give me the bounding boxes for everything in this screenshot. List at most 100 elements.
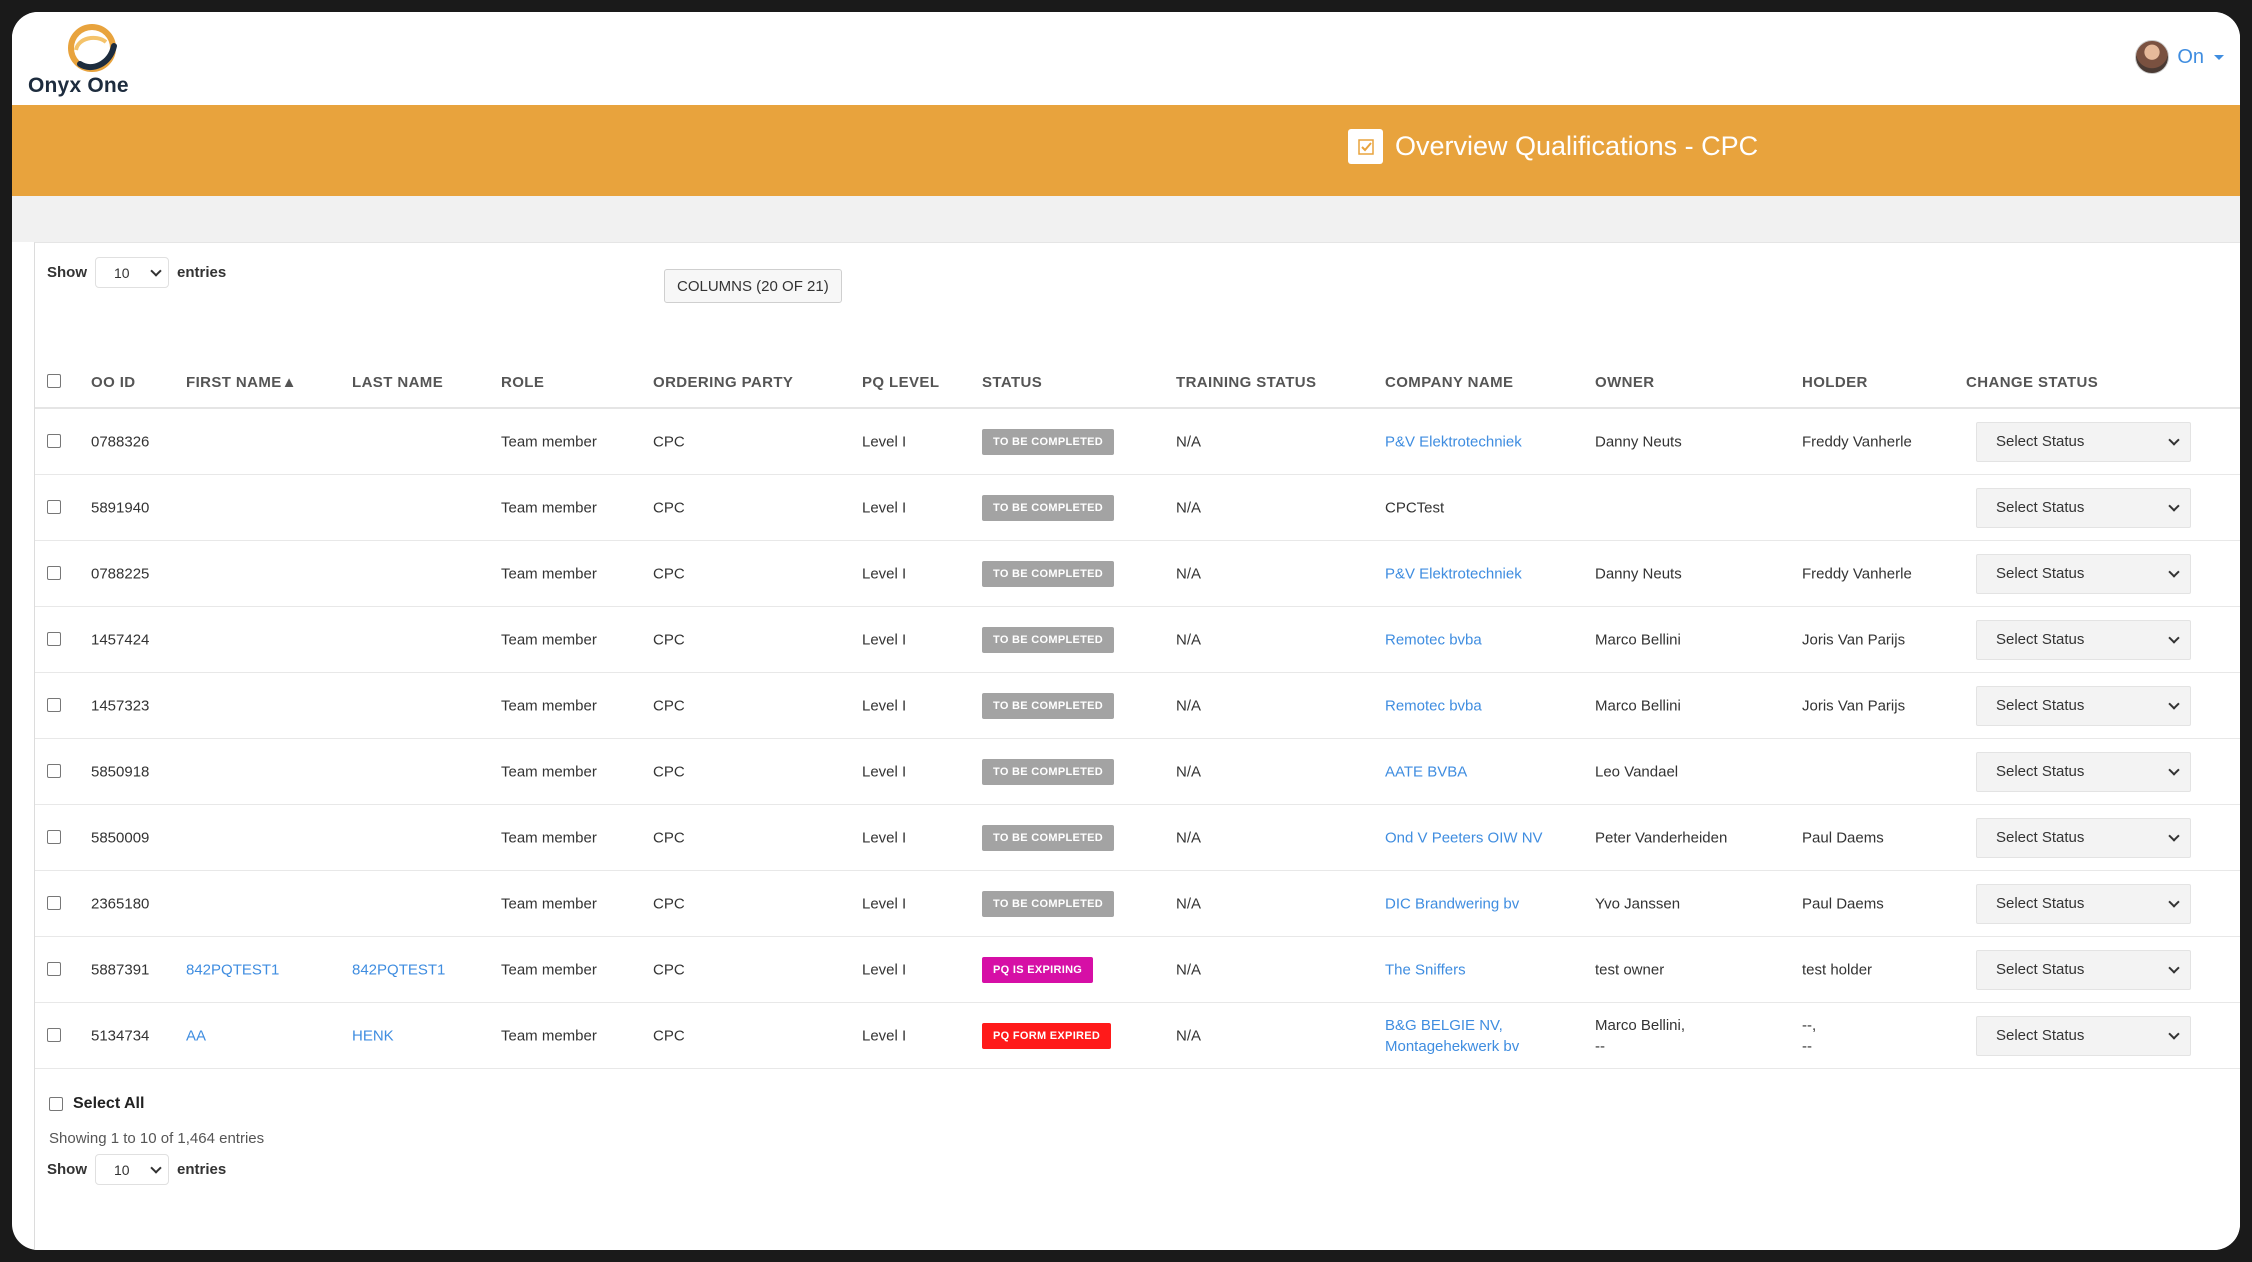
ordering-party-cell: CPC (653, 499, 685, 516)
column-header-change-status[interactable]: CHANGE STATUS (1966, 374, 2098, 391)
select-all-checkbox[interactable] (49, 1097, 63, 1111)
change-status-value: Select Status (1996, 829, 2085, 846)
page-length-select-bottom[interactable]: 10 (95, 1154, 169, 1185)
change-status-select[interactable]: Select Status (1976, 421, 2191, 462)
company-name-cell-text-line2[interactable]: Montagehekwerk bv (1385, 1036, 1519, 1057)
holder-cell-text: Paul Daems (1802, 829, 1884, 846)
company-name-cell[interactable]: AATE BVBA (1385, 763, 1467, 780)
ordering-party-cell: CPC (653, 961, 685, 978)
page-title-text: Overview Qualifications - CPC (1395, 131, 1759, 161)
ordering-party-cell-text: CPC (653, 499, 685, 516)
row-checkbox[interactable] (47, 566, 61, 580)
training-status-cell: N/A (1176, 565, 1201, 582)
caret-down-icon[interactable] (2214, 54, 2224, 60)
company-name-cell-text[interactable]: The Sniffers (1385, 961, 1466, 978)
column-header-training-status[interactable]: TRAINING STATUS (1176, 374, 1316, 391)
company-name-cell[interactable]: P&V Elektrotechniek (1385, 565, 1522, 582)
ordering-party-cell: CPC (653, 631, 685, 648)
pq-level-cell: Level I (862, 895, 906, 912)
training-status-cell-text: N/A (1176, 763, 1202, 780)
row-checkbox[interactable] (47, 1028, 61, 1042)
company-name-cell-text[interactable]: P&V Elektrotechniek (1385, 565, 1522, 582)
change-status-select[interactable]: Select Status (1976, 751, 2191, 792)
columns-button[interactable]: COLUMNS (20 OF 21) (664, 269, 842, 303)
column-header-company-name[interactable]: COMPANY NAME (1385, 374, 1513, 391)
company-name-cell-text[interactable]: Remotec bvba (1385, 697, 1482, 714)
table-row: 5850918 Team member CPC Level I TO BE COMPLE… (35, 739, 2240, 805)
first-name-cell[interactable]: AA (186, 1027, 206, 1044)
company-name-cell-text[interactable]: DIC Brandwering bv (1385, 895, 1519, 912)
oo-id-cell-text: 1457424 (91, 631, 150, 648)
column-header-ordering-party[interactable]: ORDERING PARTY (653, 374, 793, 391)
company-name-cell[interactable]: Ond V Peeters OIW NV (1385, 829, 1543, 846)
page-length-select[interactable]: 10 (95, 257, 169, 288)
role-cell: Team member (501, 895, 597, 912)
company-name-cell[interactable]: DIC Brandwering bv (1385, 895, 1519, 912)
status-badge: TO BE COMPLETED (982, 890, 1115, 917)
row-checkbox[interactable] (47, 764, 61, 778)
column-header-status[interactable]: STATUS (982, 374, 1042, 391)
training-status-cell-text: N/A (1176, 697, 1202, 714)
company-name-cell[interactable]: B&G BELGIE NV, Montagehekwerk bv (1385, 1015, 1519, 1057)
user-menu[interactable]: On (2135, 40, 2224, 74)
status-badge: TO BE COMPLETED (982, 824, 1115, 851)
select-all-label[interactable]: Select All (73, 1095, 144, 1113)
change-status-select[interactable]: Select Status (1976, 1015, 2191, 1056)
company-name-cell-text[interactable]: B&G BELGIE NV, (1385, 1015, 1519, 1036)
change-status-select[interactable]: Select Status (1976, 553, 2191, 594)
company-name-cell-text[interactable]: AATE BVBA (1385, 763, 1467, 780)
company-name-cell[interactable]: P&V Elektrotechniek (1385, 433, 1522, 450)
column-header-last-name[interactable]: LAST NAME (352, 374, 443, 391)
column-header-owner[interactable]: OWNER (1595, 374, 1655, 391)
chevron-down-icon (2168, 829, 2180, 842)
row-checkbox[interactable] (47, 830, 61, 844)
column-header-oo-id[interactable]: OO ID (91, 374, 136, 391)
training-status-cell: N/A (1176, 499, 1201, 516)
last-name-cell[interactable]: HENK (352, 1027, 394, 1044)
row-checkbox[interactable] (47, 434, 61, 448)
select-all-checkbox-header[interactable] (47, 374, 61, 388)
select-all-control[interactable]: Select All (49, 1095, 144, 1113)
change-status-select[interactable]: Select Status (1976, 685, 2191, 726)
status-badge: TO BE COMPLETED (982, 626, 1115, 653)
role-cell-text: Team member (501, 565, 597, 582)
change-status-select[interactable]: Select Status (1976, 487, 2191, 528)
chevron-down-icon (2168, 499, 2180, 512)
first-name-cell[interactable]: 842PQTEST1 (186, 961, 279, 978)
change-status-select[interactable]: Select Status (1976, 949, 2191, 990)
column-header-holder[interactable]: HOLDER (1802, 374, 1868, 391)
training-status-cell: N/A (1176, 961, 1201, 978)
first-name-cell-text[interactable]: AA (186, 1027, 206, 1044)
row-checkbox[interactable] (47, 896, 61, 910)
company-name-cell-text[interactable]: Ond V Peeters OIW NV (1385, 829, 1543, 846)
last-name-cell-text[interactable]: 842PQTEST1 (352, 961, 445, 978)
change-status-select[interactable]: Select Status (1976, 817, 2191, 858)
ordering-party-cell-text: CPC (653, 565, 685, 582)
holder-cell-text: Freddy Vanherle (1802, 433, 1912, 450)
company-name-cell[interactable]: Remotec bvba (1385, 631, 1482, 648)
company-name-cell-text[interactable]: P&V Elektrotechniek (1385, 433, 1522, 450)
user-name[interactable]: On (2177, 46, 2204, 69)
change-status-select[interactable]: Select Status (1976, 883, 2191, 924)
column-header-first-name[interactable]: FIRST NAME▲ (186, 374, 297, 391)
last-name-cell[interactable]: 842PQTEST1 (352, 961, 445, 978)
row-checkbox[interactable] (47, 698, 61, 712)
holder-cell: Paul Daems (1802, 895, 1884, 912)
row-checkbox[interactable] (47, 500, 61, 514)
pq-level-cell-text: Level I (862, 829, 907, 846)
pq-level-cell: Level I (862, 631, 906, 648)
row-checkbox[interactable] (47, 632, 61, 646)
onyx-one-logo[interactable]: Onyx One (28, 20, 163, 102)
change-status-select[interactable]: Select Status (1976, 619, 2191, 660)
company-name-cell[interactable]: Remotec bvba (1385, 697, 1482, 714)
oo-id-cell-text: 0788225 (91, 565, 150, 582)
company-name-cell[interactable]: The Sniffers (1385, 961, 1466, 978)
chevron-down-icon (2168, 631, 2180, 644)
first-name-cell-text[interactable]: 842PQTEST1 (186, 961, 279, 978)
column-header-role[interactable]: ROLE (501, 374, 544, 391)
row-checkbox[interactable] (47, 962, 61, 976)
company-name-cell-text[interactable]: Remotec bvba (1385, 631, 1482, 648)
column-header-pq-level[interactable]: PQ LEVEL (862, 374, 939, 391)
last-name-cell-text[interactable]: HENK (352, 1027, 394, 1044)
avatar[interactable] (2135, 40, 2170, 74)
